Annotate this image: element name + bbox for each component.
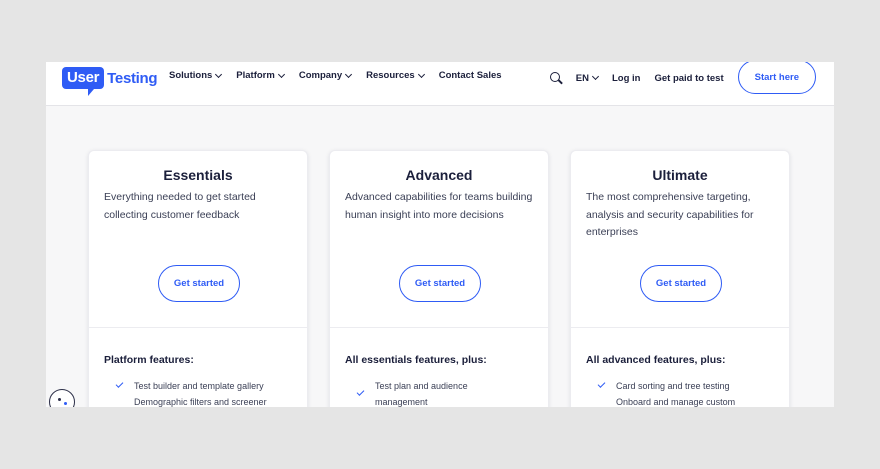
plan-title: Advanced xyxy=(405,167,473,183)
plan-description: Advanced capabilities for teams building… xyxy=(345,191,533,221)
nav-resources-label: Resources xyxy=(366,70,415,81)
chevron-down-icon xyxy=(591,72,600,81)
features-heading: Platform features: xyxy=(104,354,194,366)
card-divider xyxy=(330,327,548,328)
search-icon[interactable] xyxy=(549,71,563,85)
plan-description: Everything needed to get started collect… xyxy=(104,191,256,221)
cookie-settings-icon[interactable] xyxy=(49,389,75,407)
feature-item: Test plan and audience management xyxy=(345,379,538,407)
nav-solutions[interactable]: Solutions xyxy=(169,70,223,81)
feature-text: Onboard and manage custom xyxy=(616,396,736,407)
feature-text: Card sorting and tree testing xyxy=(616,381,730,391)
nav-contact-sales-label: Contact Sales xyxy=(438,70,502,81)
plan-title: Ultimate xyxy=(652,167,708,183)
language-selector[interactable]: EN xyxy=(575,72,600,84)
language-label: EN xyxy=(575,72,589,84)
feature-list: Test plan and audience management xyxy=(345,379,538,407)
logo-user-badge: User xyxy=(62,67,105,96)
feature-item: Card sorting and tree testing xyxy=(586,379,779,395)
get-paid-link[interactable]: Get paid to test xyxy=(654,73,723,84)
features-heading: All advanced features, plus: xyxy=(586,354,726,366)
header-right-actions: EN Log in Get paid to test Start here xyxy=(549,62,816,94)
check-icon xyxy=(597,380,606,388)
site-header: User Testing Solutions Platform Company … xyxy=(46,62,834,106)
nav-contact-sales[interactable]: Contact Sales xyxy=(439,70,502,81)
check-icon xyxy=(115,380,124,388)
logo-testing-text: Testing xyxy=(107,69,158,87)
feature-text: Test plan and audience management xyxy=(375,381,468,407)
chevron-down-icon xyxy=(345,70,353,78)
check-icon xyxy=(356,388,365,396)
feature-item: Test builder and template gallery xyxy=(104,379,297,395)
chevron-down-icon xyxy=(277,70,285,78)
nav-company[interactable]: Company xyxy=(298,70,353,81)
card-divider xyxy=(571,327,789,328)
feature-item: Demographic filters and screener xyxy=(104,395,297,408)
chevron-down-icon xyxy=(215,70,223,78)
plan-description: The most comprehensive targeting, analys… xyxy=(586,191,754,238)
plan-title: Essentials xyxy=(163,167,233,183)
chevron-down-icon xyxy=(417,70,425,78)
nav-resources[interactable]: Resources xyxy=(366,70,425,81)
features-heading: All essentials features, plus: xyxy=(345,354,487,366)
get-started-button[interactable]: Get started xyxy=(399,265,481,302)
feature-list: Card sorting and tree testing Onboard an… xyxy=(586,379,779,407)
plan-card-essentials: Essentials Everything needed to get star… xyxy=(88,150,308,407)
get-started-button[interactable]: Get started xyxy=(640,265,722,302)
nav-company-label: Company xyxy=(298,70,343,81)
start-here-button[interactable]: Start here xyxy=(737,62,816,94)
login-link[interactable]: Log in xyxy=(612,73,641,84)
nav-solutions-label: Solutions xyxy=(169,70,213,81)
get-started-button[interactable]: Get started xyxy=(158,265,240,302)
feature-list: Test builder and template gallery Demogr… xyxy=(104,379,297,407)
feature-text: Test builder and template gallery xyxy=(134,381,264,391)
usertesting-logo[interactable]: User Testing xyxy=(62,65,158,96)
plan-card-advanced: Advanced Advanced capabilities for teams… xyxy=(329,150,549,407)
feature-text: Demographic filters and screener xyxy=(134,396,267,407)
nav-platform-label: Platform xyxy=(236,70,275,81)
page-viewport: User Testing Solutions Platform Company … xyxy=(46,62,834,407)
plan-card-ultimate: Ultimate The most comprehensive targetin… xyxy=(570,150,790,407)
nav-platform[interactable]: Platform xyxy=(236,70,285,81)
card-divider xyxy=(89,327,307,328)
main-nav: Solutions Platform Company Resources Con… xyxy=(169,70,517,81)
feature-item: Onboard and manage custom xyxy=(586,395,779,408)
